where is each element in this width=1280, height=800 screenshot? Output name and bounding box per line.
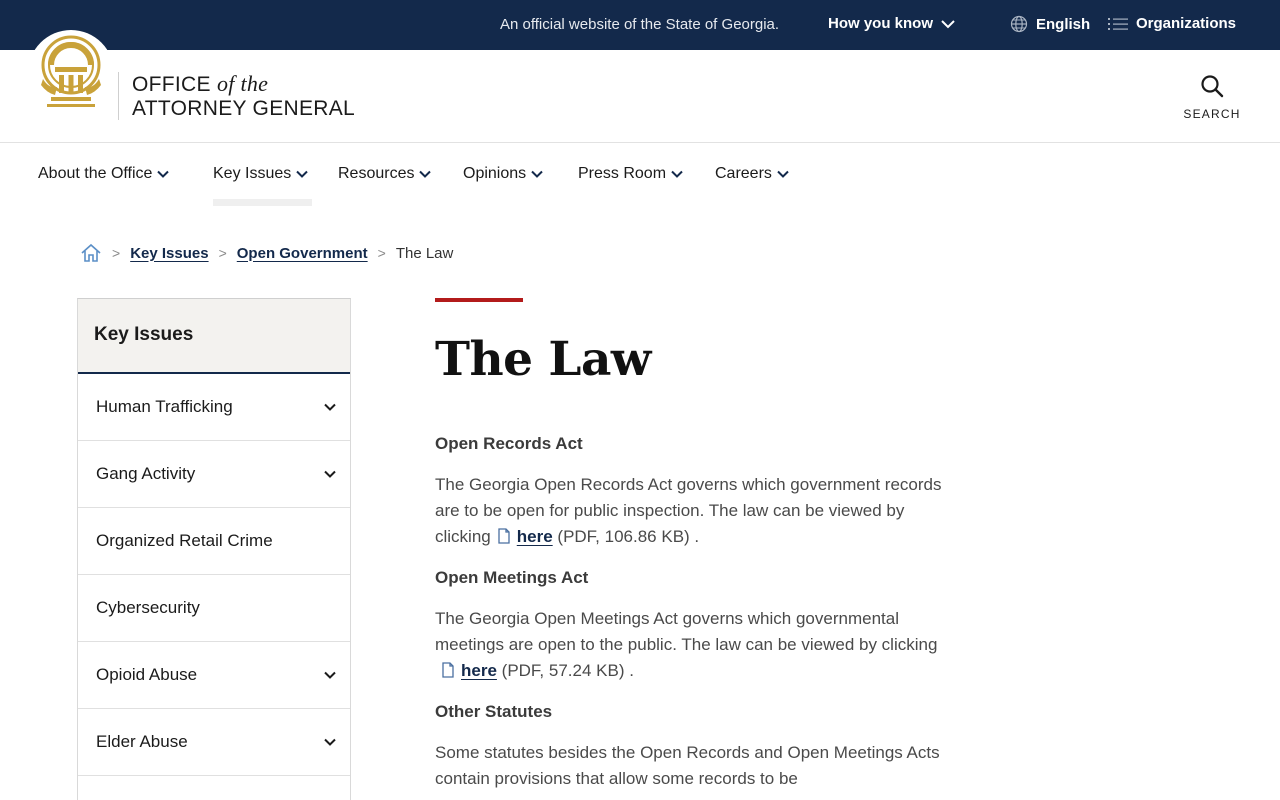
- paragraph-text: The Georgia Open Meetings Act governs wh…: [435, 609, 938, 654]
- nav-item-label: Press Room: [578, 165, 667, 182]
- open-meetings-pdf-link[interactable]: here: [461, 661, 497, 680]
- organizations-button[interactable]: Organizations: [1108, 15, 1236, 32]
- chevron-down-icon: [531, 170, 543, 178]
- search-label: SEARCH: [1183, 107, 1241, 121]
- chevron-down-icon[interactable]: [324, 738, 336, 746]
- chevron-down-icon: [777, 170, 789, 178]
- sidebar-item-cybersecurity[interactable]: Cybersecurity: [78, 575, 350, 642]
- nav-item-label: Careers: [715, 165, 772, 182]
- chevron-down-icon: [296, 170, 308, 178]
- chevron-down-icon[interactable]: [324, 403, 336, 411]
- nav-item-label: Key Issues: [213, 165, 292, 182]
- section-heading-other-statutes: Other Statutes: [435, 702, 553, 721]
- nav-item-opinions[interactable]: Opinions: [463, 165, 543, 183]
- section-text-other-statutes: Some statutes besides the Open Records a…: [435, 743, 940, 788]
- breadcrumb-open-government[interactable]: Open Government: [237, 245, 368, 262]
- nav-item-resources[interactable]: Resources: [338, 165, 432, 183]
- open-records-pdf-link[interactable]: here: [517, 527, 553, 546]
- search-icon: [1201, 75, 1224, 98]
- breadcrumb-key-issues[interactable]: Key Issues: [130, 245, 208, 262]
- section-heading-open-meetings: Open Meetings Act: [435, 568, 589, 587]
- sidebar-item-label: Human Trafficking: [96, 397, 233, 416]
- breadcrumb-current: The Law: [395, 244, 454, 262]
- title-accent-bar: [435, 298, 523, 302]
- sidebar-item-label: Elder Abuse: [96, 732, 188, 751]
- nav-item-press-room[interactable]: Press Room: [578, 165, 683, 183]
- chevron-down-icon[interactable]: [324, 671, 336, 679]
- how-you-know-button[interactable]: How you know: [828, 15, 955, 32]
- file-meta: (PDF, 57.24 KB) .: [501, 661, 634, 680]
- sidebar-item-human-trafficking[interactable]: Human Trafficking: [78, 374, 350, 441]
- nav-item-careers[interactable]: Careers: [715, 165, 789, 183]
- file-meta: (PDF, 106.86 KB) .: [557, 527, 700, 546]
- nav-item-label: Resources: [338, 165, 415, 182]
- sidebar-item-label: Organized Retail Crime: [96, 531, 273, 550]
- breadcrumb-separator: >: [377, 245, 386, 261]
- chevron-down-icon: [419, 170, 432, 178]
- sidebar-item-organized-retail-crime[interactable]: Organized Retail Crime: [78, 508, 350, 575]
- official-banner: An official website of the State of Geor…: [0, 0, 1280, 50]
- section-text-open-meetings: The Georgia Open Meetings Act governs wh…: [435, 606, 955, 684]
- sidebar-item-elder-abuse[interactable]: Elder Abuse: [78, 709, 350, 776]
- section-heading-open-records: Open Records Act: [435, 434, 583, 453]
- nav-active-indicator: [213, 199, 312, 206]
- page-title: The Law: [435, 332, 651, 387]
- brand-line-1: OFFICE of the: [132, 72, 355, 97]
- brand-line-2: ATTORNEY GENERAL: [132, 97, 356, 120]
- site-header: OFFICE of the ATTORNEY GENERAL SEARCH: [0, 30, 1280, 143]
- breadcrumb-separator: >: [218, 245, 227, 261]
- document-icon: [442, 662, 454, 678]
- sidebar-item-label: Cybersecurity: [96, 598, 200, 617]
- how-you-know-label: How you know: [828, 15, 933, 32]
- nav-item-label: Opinions: [463, 165, 527, 182]
- globe-icon: [1010, 15, 1028, 33]
- main-navigation: About the Office Key Issues Resources Op…: [0, 143, 1280, 206]
- section-text-open-records: The Georgia Open Records Act governs whi…: [435, 472, 955, 550]
- main-content: The Law Open Records Act The Georgia Ope…: [435, 298, 955, 792]
- chevron-down-icon: [941, 19, 955, 28]
- georgia-seal-logo[interactable]: [28, 30, 114, 116]
- brand-office-text: OFFICE: [132, 73, 211, 96]
- chevron-down-icon[interactable]: [324, 470, 336, 478]
- nav-item-key-issues[interactable]: Key Issues: [213, 165, 308, 183]
- language-label: English: [1036, 15, 1091, 33]
- chevron-down-icon: [157, 170, 170, 178]
- state-seal-icon: [41, 35, 101, 107]
- nav-item-about[interactable]: About the Office: [38, 165, 170, 183]
- sidebar-item-label: Gang Activity: [96, 464, 196, 483]
- chevron-down-icon: [671, 170, 683, 178]
- search-button[interactable]: SEARCH: [1180, 74, 1244, 121]
- organizations-label: Organizations: [1136, 15, 1237, 32]
- nav-item-label: About the Office: [38, 165, 153, 182]
- document-icon: [498, 528, 510, 544]
- sidebar-item-label: Opioid Abuse: [96, 665, 198, 684]
- brand-of-the-text: of the: [216, 71, 269, 96]
- breadcrumb: > Key Issues > Open Government > The Law: [80, 240, 453, 266]
- official-notice: An official website of the State of Geor…: [500, 16, 780, 33]
- sidebar-item-gang-activity[interactable]: Gang Activity: [78, 441, 350, 508]
- home-icon[interactable]: [80, 243, 102, 263]
- sidebar-item-opioid-abuse[interactable]: Opioid Abuse: [78, 642, 350, 709]
- breadcrumb-separator: >: [112, 245, 121, 261]
- site-brand-link[interactable]: OFFICE of the ATTORNEY GENERAL: [118, 72, 355, 120]
- language-selector[interactable]: English: [1010, 15, 1090, 33]
- sidebar-menu: Key Issues Human Trafficking Gang Activi…: [77, 298, 351, 800]
- sidebar-title[interactable]: Key Issues: [78, 299, 350, 374]
- list-icon: [1108, 17, 1128, 30]
